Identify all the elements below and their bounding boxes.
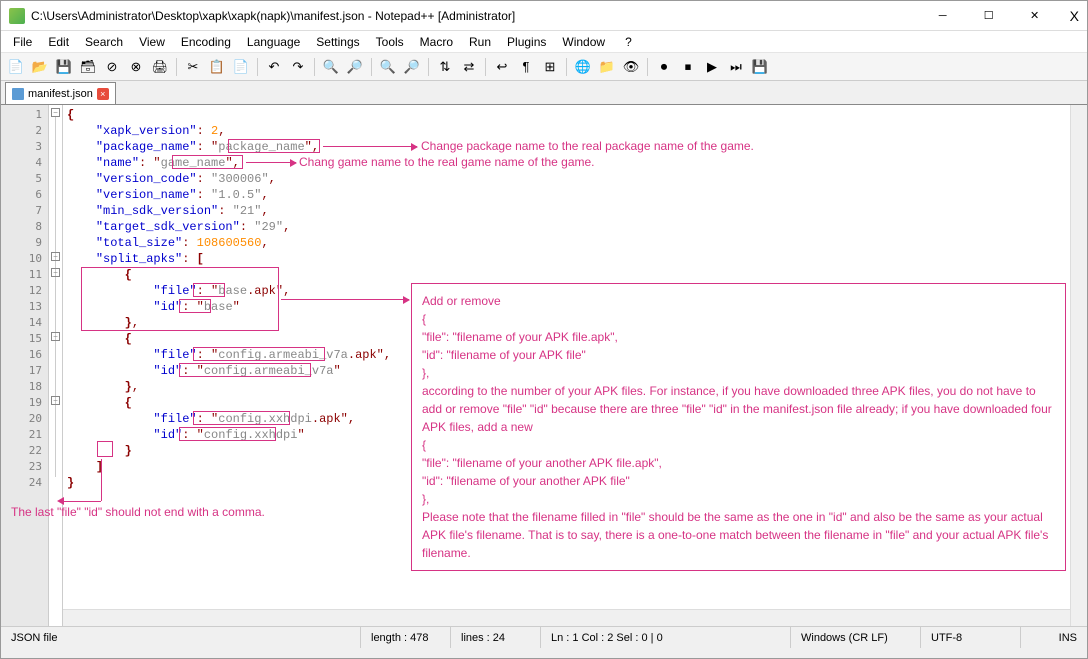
app-icon: [9, 8, 25, 24]
save-icon[interactable]: 💾: [53, 56, 75, 78]
arrow-line: [101, 459, 102, 501]
lang-icon[interactable]: 🌐: [572, 56, 594, 78]
menu-plugins[interactable]: Plugins: [499, 32, 554, 52]
horizontal-scrollbar[interactable]: [63, 609, 1070, 626]
arrow-line: [63, 501, 101, 502]
secondary-close-button[interactable]: X: [1070, 8, 1079, 24]
status-filetype: JSON file: [1, 627, 361, 648]
close-all-icon[interactable]: ⊗: [125, 56, 147, 78]
annotation-package-name: Change package name to the real package …: [421, 139, 754, 153]
menu-window[interactable]: Window: [554, 32, 613, 52]
file-tab-label: manifest.json: [28, 88, 93, 100]
file-tab[interactable]: manifest.json ×: [5, 82, 116, 104]
undo-icon[interactable]: ↶: [263, 56, 285, 78]
toolbar: 📄 📂 💾 🗃 ⊘ ⊗ 🖨 ✂ 📋 📄 ↶ ↷ 🔍 🔎 🔍 🔎 ⇅ ⇄ ↩ ¶ …: [1, 53, 1087, 81]
close-button[interactable]: ✕: [1012, 1, 1058, 31]
title-bar: C:\Users\Administrator\Desktop\xapk\xapk…: [1, 1, 1087, 31]
arrow-head-icon: [57, 497, 64, 505]
sync-h-icon[interactable]: ⇄: [458, 56, 480, 78]
status-length: length : 478: [361, 627, 451, 648]
sync-v-icon[interactable]: ⇅: [434, 56, 456, 78]
annotation-game-name: Chang game name to the real game name of…: [299, 155, 595, 169]
savemacro-icon[interactable]: 💾: [749, 56, 771, 78]
menu-help[interactable]: ?: [617, 32, 640, 52]
indent-guide-icon[interactable]: ⊞: [539, 56, 561, 78]
stop-icon[interactable]: ⏹: [677, 56, 699, 78]
menu-search[interactable]: Search: [77, 32, 131, 52]
zoom-in-icon[interactable]: 🔍: [377, 56, 399, 78]
menu-language[interactable]: Language: [239, 32, 308, 52]
copy-icon[interactable]: 📋: [206, 56, 228, 78]
fold-toggle-icon[interactable]: −: [51, 396, 60, 405]
new-file-icon[interactable]: 📄: [5, 56, 27, 78]
menu-settings[interactable]: Settings: [308, 32, 367, 52]
status-bar: JSON file length : 478 lines : 24 Ln : 1…: [1, 626, 1087, 648]
tab-close-icon[interactable]: ×: [97, 88, 109, 100]
file-tab-icon: [12, 88, 24, 100]
open-file-icon[interactable]: 📂: [29, 56, 51, 78]
status-eol: Windows (CR LF): [791, 627, 921, 648]
status-lines: lines : 24: [451, 627, 541, 648]
minimize-button[interactable]: ─: [920, 1, 966, 31]
monitor-icon[interactable]: 👁: [620, 56, 642, 78]
cut-icon[interactable]: ✂: [182, 56, 204, 78]
redo-icon[interactable]: ↷: [287, 56, 309, 78]
vertical-scrollbar[interactable]: [1070, 105, 1087, 626]
annotation-instructions-box: Add or remove { "file": "filename of you…: [411, 283, 1066, 571]
editor-area[interactable]: 123456789101112131415161718192021222324 …: [1, 105, 1087, 626]
find-icon[interactable]: 🔍: [320, 56, 342, 78]
zoom-out-icon[interactable]: 🔎: [401, 56, 423, 78]
menu-view[interactable]: View: [131, 32, 173, 52]
folder-icon[interactable]: 📁: [596, 56, 618, 78]
replace-icon[interactable]: 🔎: [344, 56, 366, 78]
menu-tools[interactable]: Tools: [368, 32, 412, 52]
menu-run[interactable]: Run: [461, 32, 499, 52]
menu-file[interactable]: File: [5, 32, 40, 52]
allchars-icon[interactable]: ¶: [515, 56, 537, 78]
status-position: Ln : 1 Col : 2 Sel : 0 | 0: [541, 627, 791, 648]
annotation-box-title: Add or remove: [422, 292, 1055, 310]
maximize-button[interactable]: ☐: [966, 1, 1012, 31]
menu-macro[interactable]: Macro: [412, 32, 461, 52]
line-gutter: 123456789101112131415161718192021222324: [1, 105, 49, 626]
arrow-icon: [323, 146, 417, 147]
print-icon[interactable]: 🖨: [149, 56, 171, 78]
close-file-icon[interactable]: ⊘: [101, 56, 123, 78]
record-icon[interactable]: ⏺: [653, 56, 675, 78]
fold-column: − − − − −: [49, 105, 63, 626]
menu-bar: File Edit Search View Encoding Language …: [1, 31, 1087, 53]
arrow-icon: [281, 299, 409, 300]
playmulti-icon[interactable]: ⏭: [725, 56, 747, 78]
menu-edit[interactable]: Edit: [40, 32, 77, 52]
save-all-icon[interactable]: 🗃: [77, 56, 99, 78]
wordwrap-icon[interactable]: ↩: [491, 56, 513, 78]
status-insert-mode: INS: [1021, 627, 1087, 648]
status-encoding: UTF-8: [921, 627, 1021, 648]
fold-toggle-icon[interactable]: −: [51, 268, 60, 277]
menu-encoding[interactable]: Encoding: [173, 32, 239, 52]
play-icon[interactable]: ▶: [701, 56, 723, 78]
annotation-last-comma: The last "file" "id" should not end with…: [11, 505, 265, 519]
fold-toggle-icon[interactable]: −: [51, 108, 60, 117]
fold-toggle-icon[interactable]: −: [51, 252, 60, 261]
window-title: C:\Users\Administrator\Desktop\xapk\xapk…: [31, 9, 920, 23]
arrow-icon: [246, 162, 296, 163]
tab-bar: manifest.json ×: [1, 81, 1087, 105]
fold-toggle-icon[interactable]: −: [51, 332, 60, 341]
paste-icon[interactable]: 📄: [230, 56, 252, 78]
